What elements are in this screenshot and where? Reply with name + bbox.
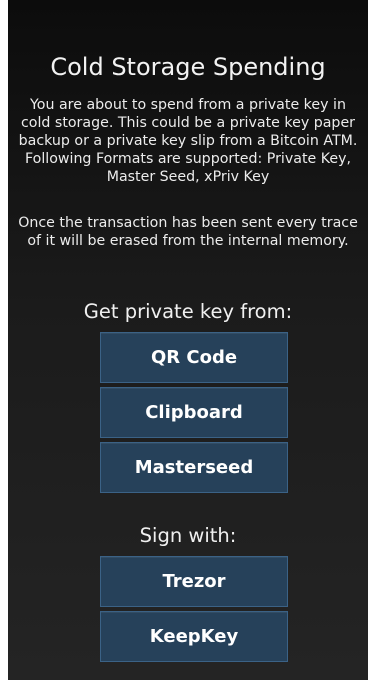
keepkey-button[interactable]: KeepKey bbox=[100, 611, 288, 662]
intro-description: You are about to spend from a private ke… bbox=[18, 97, 358, 185]
get-private-key-label: Get private key from: bbox=[83, 300, 293, 323]
qr-code-button[interactable]: QR Code bbox=[100, 332, 288, 383]
erase-notice: Once the transaction has been sent every… bbox=[18, 215, 358, 249]
cold-storage-screen: Cold Storage Spending You are about to s… bbox=[8, 0, 368, 680]
masterseed-button[interactable]: Masterseed bbox=[100, 442, 288, 493]
clipboard-button[interactable]: Clipboard bbox=[100, 387, 288, 438]
page-title: Cold Storage Spending bbox=[50, 53, 326, 81]
trezor-button[interactable]: Trezor bbox=[100, 556, 288, 607]
sign-with-label: Sign with: bbox=[139, 524, 237, 547]
